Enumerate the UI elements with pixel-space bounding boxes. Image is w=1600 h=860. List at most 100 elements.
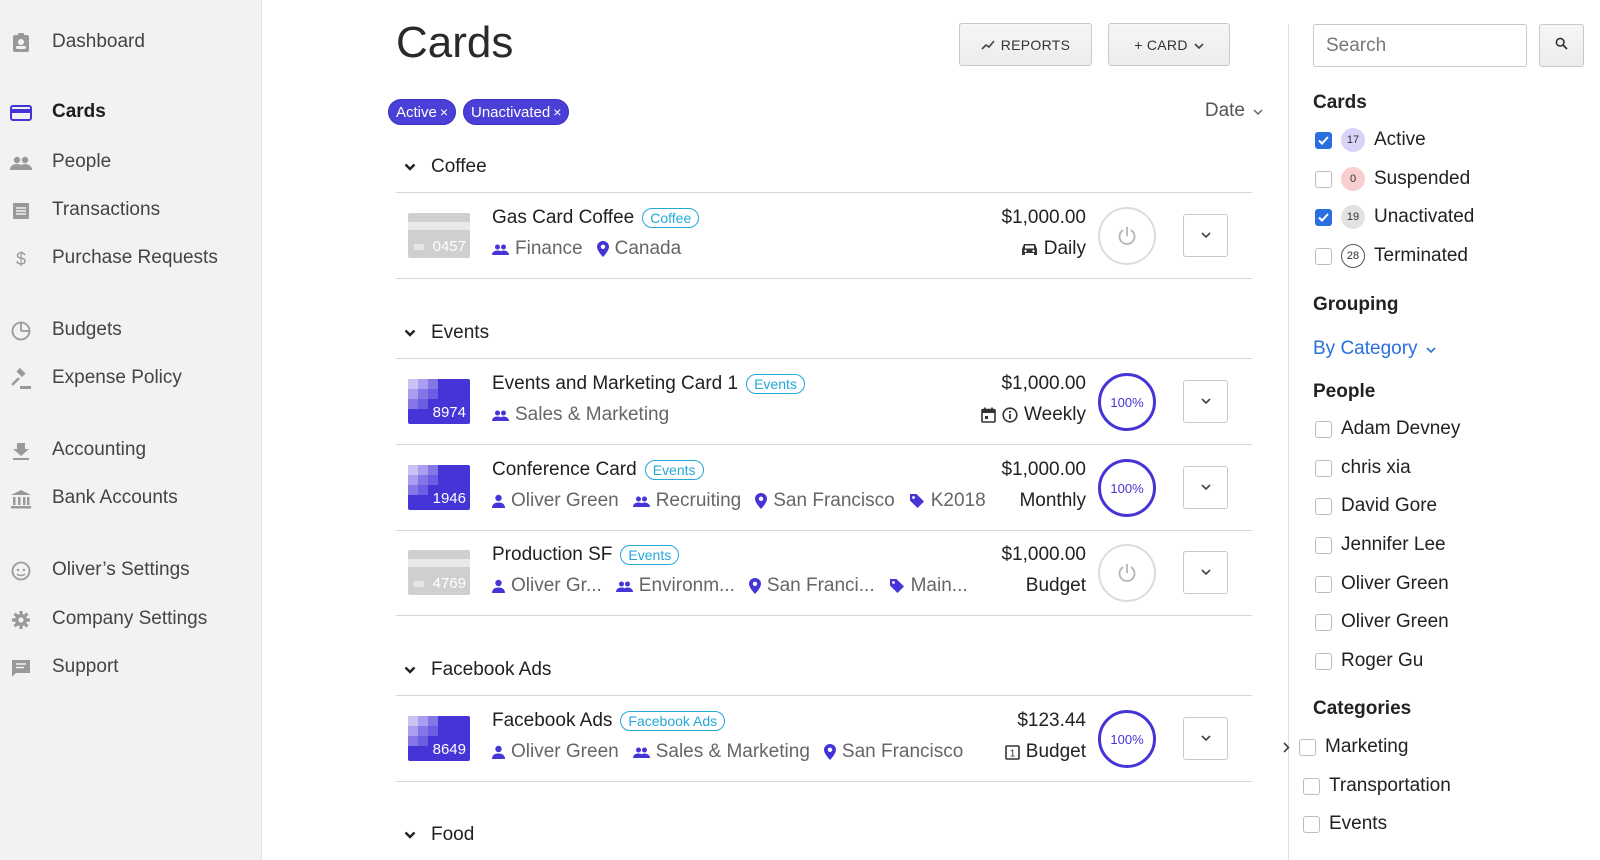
sidebar-item-dashboard[interactable]: Dashboard [0, 22, 262, 62]
people-filter-item[interactable]: chris xia [1315, 454, 1411, 482]
checkbox[interactable] [1315, 247, 1332, 265]
usage-ring[interactable]: 100% [1098, 459, 1156, 517]
people-filter-item[interactable]: Jennifer Lee [1315, 531, 1446, 559]
search-button[interactable] [1539, 24, 1584, 67]
card-last4: 8974 [432, 404, 466, 421]
card-name[interactable]: Gas Card Coffee Coffee [492, 207, 700, 229]
meta-text: San Francisco [773, 490, 895, 511]
card-status-filter-suspended[interactable]: 0 Suspended [1315, 165, 1470, 193]
location-pin-icon [755, 493, 768, 509]
meta-item: Canada [596, 238, 681, 260]
sort-dropdown[interactable]: Date [1205, 100, 1263, 122]
sidebar-item-transactions[interactable]: Transactions [0, 190, 262, 230]
category-filter-item[interactable]: Marketing [1283, 733, 1408, 761]
cards-filter-title: Cards [1313, 92, 1367, 113]
people-filter-item[interactable]: Adam Devney [1315, 415, 1460, 443]
chevron-down-icon [1200, 569, 1211, 576]
card-row[interactable]: 0457 Gas Card Coffee Coffee Finance Canada $1… [396, 193, 1252, 279]
card-name[interactable]: Facebook Ads Facebook Ads [492, 710, 726, 732]
status-count-badge: 0 [1341, 167, 1365, 191]
category-filter-item[interactable]: Transportation [1303, 772, 1451, 800]
sidebar-item-company-settings[interactable]: Company Settings [0, 599, 262, 639]
power-button[interactable] [1098, 544, 1156, 602]
people-filter-item[interactable]: Oliver Green [1315, 570, 1449, 598]
reports-label: REPORTS [1000, 36, 1071, 53]
checkbox[interactable] [1315, 575, 1332, 593]
usage-ring[interactable]: 100% [1098, 710, 1156, 768]
sidebar-item-bank-accounts[interactable]: Bank Accounts [0, 478, 262, 518]
sort-label: Date [1204, 100, 1245, 121]
people-filter-item[interactable]: Oliver Green [1315, 608, 1449, 636]
card-actions-dropdown[interactable] [1183, 551, 1228, 594]
sidebar-item-label: Accounting [52, 439, 147, 460]
card-actions-dropdown[interactable] [1183, 466, 1228, 509]
checkbox[interactable] [1315, 459, 1332, 477]
card-row[interactable]: 4769 Production SF Events Oliver Gr... Envir… [396, 530, 1252, 616]
checkbox[interactable] [1303, 815, 1320, 833]
card-row[interactable]: 8974 Events and Marketing Card 1 Events Sal… [396, 359, 1252, 445]
checkbox[interactable] [1315, 652, 1332, 670]
checkbox[interactable] [1315, 131, 1332, 149]
sidebar-item-label: Dashboard [52, 31, 145, 52]
sidebar-item-oliver-s-settings[interactable]: Oliver’s Settings [0, 550, 262, 590]
category-tag: Facebook Ads [620, 711, 726, 731]
card-name[interactable]: Production SF Events [492, 544, 680, 566]
filter-label: Adam Devney [1341, 418, 1461, 439]
usage-ring[interactable]: 100% [1098, 373, 1156, 431]
card-status-filter-active[interactable]: 17 Active [1315, 126, 1426, 154]
group-header[interactable]: Events [396, 307, 1252, 359]
checkbox[interactable] [1299, 738, 1316, 756]
card-row[interactable]: 8649 Facebook Ads Facebook Ads Oliver Green… [396, 696, 1252, 782]
checkbox[interactable] [1315, 497, 1332, 515]
card-thumbnail: 8649 [408, 716, 470, 761]
filter-chip-unactivated[interactable]: Unactivated × [463, 99, 570, 125]
group-header[interactable]: Food [396, 809, 1252, 860]
card-name[interactable]: Conference Card Events [492, 459, 704, 481]
checkbox[interactable] [1315, 536, 1332, 554]
sidebar-item-expense-policy[interactable]: Expense Policy [0, 358, 262, 398]
meta-item: Recruiting [632, 490, 741, 512]
category-tag: Coffee [642, 208, 700, 228]
sidebar-item-accounting[interactable]: Accounting [0, 430, 262, 470]
group-header[interactable]: Facebook Ads [396, 644, 1252, 696]
checkbox[interactable] [1315, 208, 1332, 226]
checkbox[interactable] [1315, 170, 1332, 188]
card-actions-dropdown[interactable] [1183, 717, 1228, 760]
id-badge-icon [10, 32, 32, 54]
card-name[interactable]: Events and Marketing Card 1 Events [492, 373, 805, 395]
chevron-down-icon [1425, 338, 1436, 360]
card-title: Gas Card Coffee [492, 207, 635, 228]
sidebar-item-purchase-requests[interactable]: $ Purchase Requests [0, 238, 262, 278]
people-filter-item[interactable]: Roger Gu [1315, 647, 1423, 675]
group-header[interactable]: Coffee [396, 141, 1252, 193]
category-filter-item[interactable]: Events [1303, 810, 1387, 838]
sidebar-item-people[interactable]: People [0, 142, 262, 182]
card-actions-dropdown[interactable] [1183, 214, 1228, 257]
card-status-filter-unactivated[interactable]: 19 Unactivated [1315, 203, 1474, 231]
card-row[interactable]: 1946 Conference Card Events Oliver Green Rec… [396, 445, 1252, 531]
reports-button[interactable]: REPORTS [959, 23, 1092, 66]
add-card-button[interactable]: + CARD [1108, 23, 1230, 66]
sidebar-item-cards[interactable]: Cards [0, 92, 262, 132]
grouping-dropdown[interactable]: By Category [1313, 338, 1436, 360]
group-icon [632, 496, 650, 507]
sidebar-item-label: Support [52, 656, 119, 677]
people-filter-item[interactable]: David Gore [1315, 492, 1437, 520]
checkbox[interactable] [1315, 613, 1332, 631]
checkbox[interactable] [1315, 420, 1332, 438]
close-icon[interactable]: × [440, 104, 448, 120]
group-icon [492, 410, 509, 421]
filter-chip-active[interactable]: Active × [388, 99, 457, 125]
checkbox[interactable] [1303, 777, 1320, 795]
close-icon[interactable]: × [553, 104, 561, 120]
sidebar-item-budgets[interactable]: Budgets [0, 310, 262, 350]
chevron-right-icon[interactable] [1283, 741, 1290, 753]
sidebar-item-support[interactable]: Support [0, 647, 262, 687]
card-title: Production SF [492, 544, 613, 565]
card-status-filter-terminated[interactable]: 28 Terminated [1315, 242, 1468, 270]
card-actions-dropdown[interactable] [1183, 380, 1228, 423]
power-button[interactable] [1098, 207, 1156, 265]
search-input[interactable] [1313, 24, 1527, 67]
chevron-down-icon [396, 666, 426, 674]
period-text: Monthly [1019, 490, 1086, 511]
